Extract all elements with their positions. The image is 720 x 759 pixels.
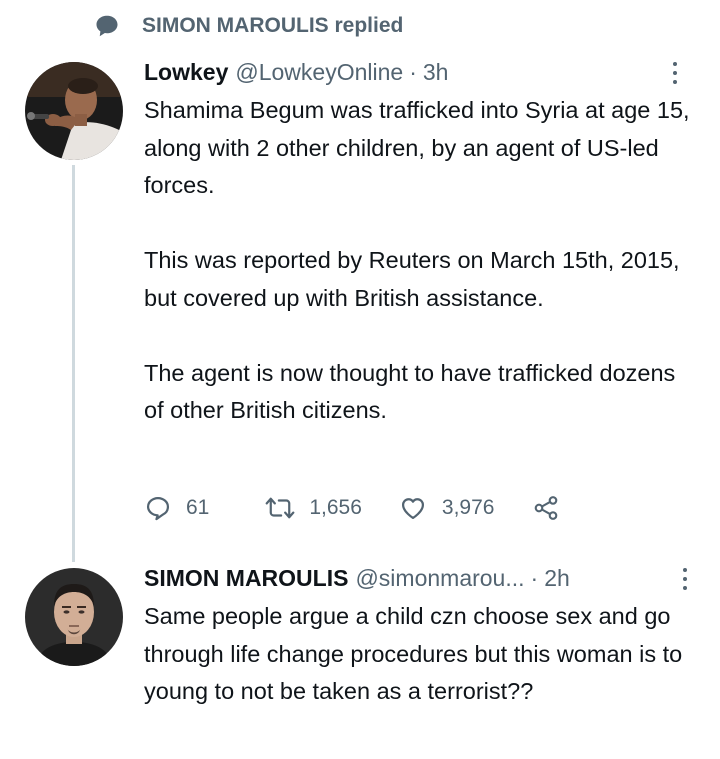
tweet-paragraph: Shamima Begum was trafficked into Syria … [144,97,690,198]
reply-button[interactable]: 61 [144,494,209,522]
tweet-paragraph: The agent is now thought to have traffic… [144,359,676,424]
reply-icon [146,496,170,521]
simon-maroulis-avatar[interactable] [25,568,123,666]
tweet-actions: 61 1,656 3,976 [144,488,560,528]
lowkey-avatar[interactable] [25,62,123,160]
tweet-paragraph: This was reported by Reuters on March 15… [144,247,680,311]
share-button[interactable] [532,494,560,522]
reply-context: SIMON MAROULIS replied [94,10,403,42]
tweet-header: Lowkey @LowkeyOnline · 3h [144,52,700,92]
more-options-icon[interactable] [682,568,688,590]
lowkey-avatar-image [25,62,123,160]
retweet-button[interactable]: 1,656 [265,494,362,522]
separator: · [409,58,417,85]
tweet-text: Shamima Begum was trafficked into Syria … [144,92,700,430]
user-handle[interactable]: @simonmarou... [355,565,524,592]
thread-line [72,165,75,562]
simon-maroulis-avatar-image [25,568,123,666]
reply-context-text: SIMON MAROULIS replied [142,14,404,37]
tweet-paragraph: Same people argue a child czn choose sex… [144,603,683,704]
more-options-icon[interactable] [672,62,678,84]
like-count: 3,976 [441,496,495,519]
display-name[interactable]: Lowkey [144,59,228,86]
tweet-lowkey[interactable]: Lowkey @LowkeyOnline · 3h Shamima Begum … [144,52,700,430]
timestamp[interactable]: 3h [423,59,449,86]
reply-count: 61 [186,496,210,519]
retweet-icon [265,497,295,519]
like-button[interactable]: 3,976 [398,494,495,522]
share-icon [535,496,558,520]
timestamp[interactable]: 2h [544,565,570,592]
tweet-simon-maroulis[interactable]: SIMON MAROULIS @simonmarou... · 2h Same … [144,558,700,711]
display-name[interactable]: SIMON MAROULIS [144,565,348,592]
separator: · [530,564,539,591]
tweet-text: Same people argue a child czn choose sex… [144,598,700,711]
heart-icon [401,498,424,520]
retweet-count: 1,656 [309,496,362,519]
user-handle[interactable]: @LowkeyOnline [235,59,403,86]
tweet-header: SIMON MAROULIS @simonmarou... · 2h [144,558,700,598]
speech-bubble-icon [96,15,118,37]
